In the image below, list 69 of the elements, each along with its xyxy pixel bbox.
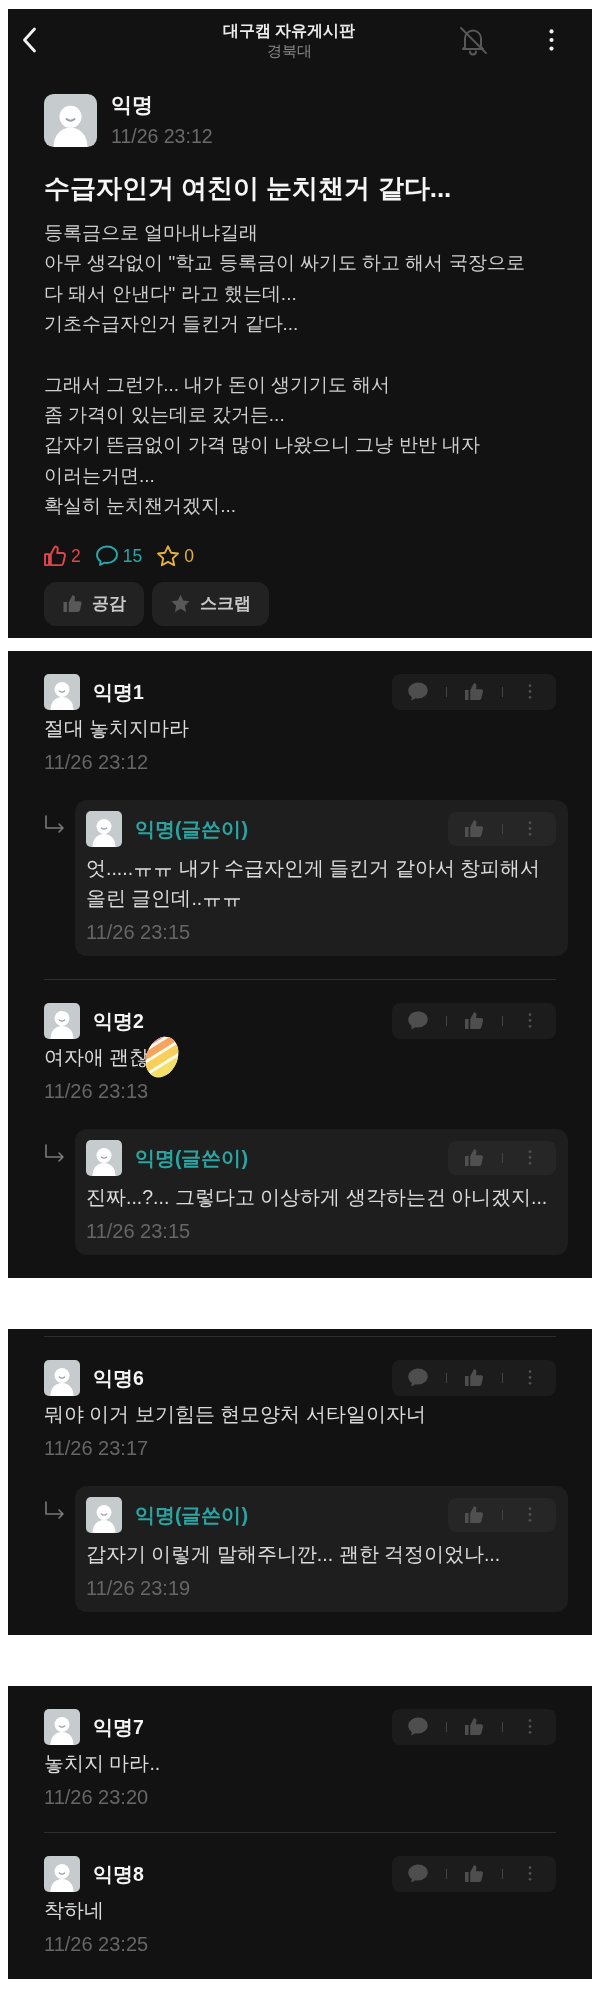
thumbs-up-icon[interactable] xyxy=(464,1368,484,1388)
author-name: 익명(글쓴이) xyxy=(135,1145,248,1170)
comment-time: 11/26 23:19 xyxy=(86,1576,191,1600)
thumbs-up-icon[interactable] xyxy=(464,1717,484,1737)
avatar-icon xyxy=(44,1359,80,1396)
author-name: 익명2 xyxy=(93,1008,144,1033)
board-subtitle: 경북대 xyxy=(266,40,312,60)
post-time: 11/26 23:12 xyxy=(111,124,213,148)
scrap-button[interactable]: 스크랩 xyxy=(152,581,269,626)
comment-text: 뭐야 이거 보기힘든 현모양처 서타일이자너 xyxy=(44,1401,426,1427)
avatar-icon xyxy=(86,810,122,847)
author-name: 익명(글쓴이) xyxy=(135,816,248,841)
star-icon xyxy=(157,544,180,567)
author-name: 익명 xyxy=(111,92,153,118)
comment-time: 11/26 23:20 xyxy=(44,1785,149,1809)
thumbs-up-icon[interactable] xyxy=(464,682,484,702)
comment-text: 진짜...?... 그렇다고 이상하게 생각하는건 아니겠지... xyxy=(86,1184,548,1210)
reply-arrow-icon xyxy=(44,814,66,835)
avatar-icon xyxy=(44,673,80,710)
star-icon[interactable] xyxy=(171,594,190,614)
thumbs-up-icon[interactable] xyxy=(464,819,484,839)
avatar-icon xyxy=(86,1139,122,1176)
comment-time: 11/26 23:25 xyxy=(44,1932,149,1956)
comment-time: 11/26 23:13 xyxy=(44,1079,149,1103)
reply-arrow-icon xyxy=(44,1500,66,1521)
author-name: 익명7 xyxy=(93,1714,144,1739)
author-name: 익명1 xyxy=(93,679,144,704)
avatar-icon xyxy=(44,1002,80,1039)
comment-count: 15 xyxy=(122,544,143,568)
like-count: 2 xyxy=(71,544,81,568)
avatar-icon xyxy=(44,1855,80,1892)
back-icon[interactable] xyxy=(22,27,37,53)
comment-time: 11/26 23:17 xyxy=(44,1436,149,1460)
avatar-icon xyxy=(86,1496,122,1533)
author-name: 익명8 xyxy=(93,1861,144,1886)
post-paragraph: 그래서 그런가... 내가 돈이 생기기도 해서 좀 가격이 있는데로 갔거든... 갑자기 뜬금없이 가격 많이 나왔으니 그냥 반반 내자 이러는거면... 확실히 눈치챈거겠지... xyxy=(44,372,480,519)
comment-text: 착하네 xyxy=(44,1897,104,1923)
like-button[interactable]: 공감 xyxy=(44,581,144,626)
comment-text: 엇.....ㅠㅠ 내가 수급자인게 들킨거 같아서 창피해서 올린 글인데..ㅠㅠ xyxy=(86,855,541,911)
post-title: 수급자인거 여친이 눈치챈거 같다... xyxy=(44,172,452,205)
thumbs-up-icon xyxy=(44,544,66,567)
speech-bubble-icon[interactable] xyxy=(408,1717,428,1737)
speech-bubble-icon[interactable] xyxy=(408,1368,428,1388)
comment-time: 11/26 23:12 xyxy=(44,750,149,774)
speech-bubble-icon[interactable] xyxy=(408,1864,428,1884)
board-title: 대구캠 자유게시판 xyxy=(222,20,356,41)
author-name: 익명(글쓴이) xyxy=(135,1502,248,1527)
post-paragraph: 등록금으로 얼마내냐길래 아무 생각없이 "학교 등록금이 싸기도 하고 해서 국장으로 다 돼서 안낸다" 라고 했는데... 기초수급자인거 들킨거 같다... xyxy=(44,221,525,337)
thumbs-up-icon[interactable] xyxy=(464,1148,484,1168)
author-name: 익명6 xyxy=(93,1365,144,1390)
avatar-icon xyxy=(44,93,97,147)
speech-bubble-icon[interactable] xyxy=(408,682,428,702)
comment-text: 갑자기 이렇게 말해주니깐... 괜한 걱정이었나... xyxy=(86,1541,501,1567)
speech-bubble-icon xyxy=(95,544,118,567)
more-icon[interactable] xyxy=(549,29,554,51)
scrap-count: 0 xyxy=(184,544,194,568)
comment-text: 여자애 괜찮 xyxy=(44,1044,150,1070)
reply-arrow-icon xyxy=(44,1143,66,1164)
thumbs-up-icon[interactable] xyxy=(464,1864,484,1884)
comment-time: 11/26 23:15 xyxy=(86,920,191,944)
comment-time: 11/26 23:15 xyxy=(86,1219,191,1243)
bell-off-icon[interactable] xyxy=(457,24,489,56)
thumbs-up-icon[interactable] xyxy=(464,1011,484,1031)
thumbs-up-icon[interactable] xyxy=(63,594,82,614)
comment-text: 놓치지 마라.. xyxy=(44,1750,161,1776)
speech-bubble-icon[interactable] xyxy=(408,1011,428,1031)
thumbs-up-icon[interactable] xyxy=(464,1505,484,1525)
comment-text: 절대 놓치지마라 xyxy=(44,715,190,741)
avatar-icon xyxy=(44,1708,80,1745)
